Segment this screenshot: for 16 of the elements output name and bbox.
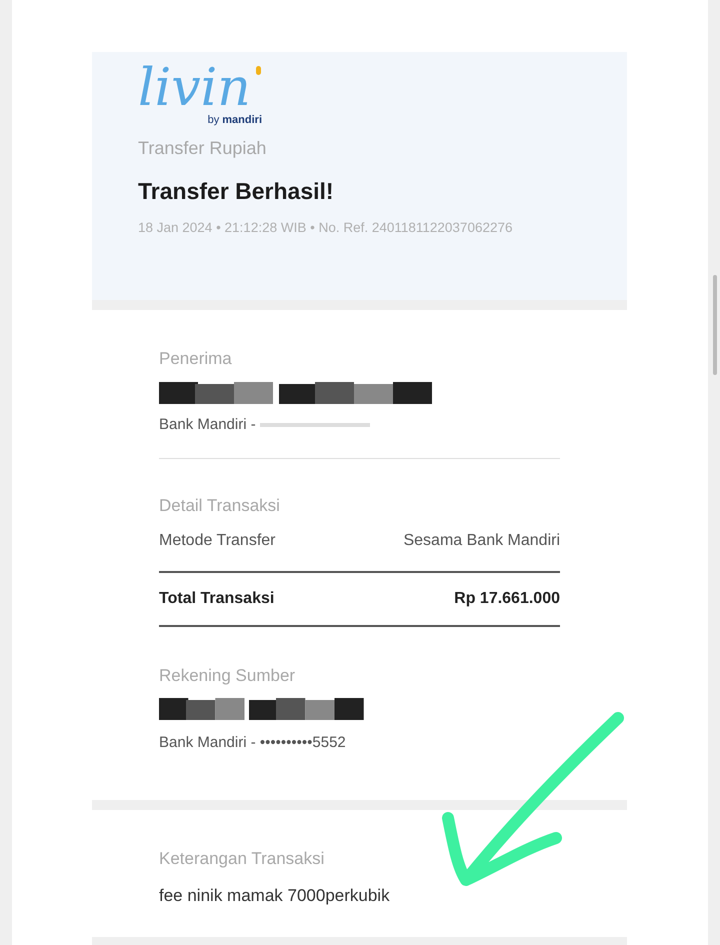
section-label: Penerima [159, 348, 233, 370]
meta-text: 18 Jan 2024 • 21:12:28 WIB • No. Ref. 2401181122037062276 [138, 219, 514, 237]
section-label: Keterangan Transaksi [159, 848, 326, 870]
detail-value: Sesama Bank Mandiri [403, 530, 560, 551]
bank-text: Bank Mandiri - ••••••••••5552 [159, 733, 347, 754]
note-text: fee ninik mamak 7000perkubik [159, 885, 391, 908]
title-text: Transfer Berhasil! [138, 176, 335, 206]
accent-icon [256, 66, 261, 75]
detail-label: Metode Transfer [159, 530, 276, 551]
section-label: Rekening Sumber [159, 664, 296, 687]
bank-text: Bank Mandiri - [159, 414, 256, 435]
detail-label: Total Transaksi [159, 588, 274, 609]
section-label: Detail Transaksi [159, 495, 281, 518]
detail-value: Rp 17.661.000 [454, 588, 560, 609]
category-text: Transfer Rupiah [138, 136, 268, 160]
logo: livin by mandiri [138, 60, 263, 128]
